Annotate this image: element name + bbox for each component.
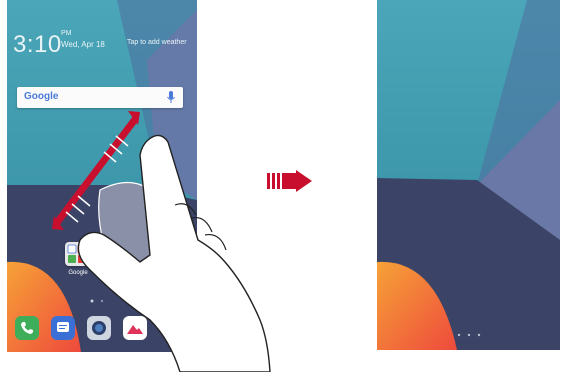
camera-icon[interactable] bbox=[87, 316, 111, 340]
camera-lens-icon bbox=[92, 321, 106, 335]
google-folder[interactable] bbox=[65, 242, 89, 266]
gallery-icon[interactable] bbox=[123, 316, 147, 340]
arrow-right-icon bbox=[267, 170, 312, 192]
google-folder-label: Google bbox=[68, 270, 88, 276]
clock-ampm: PM bbox=[61, 30, 72, 37]
mic-icon[interactable] bbox=[167, 91, 175, 104]
message-bubble-icon bbox=[57, 322, 69, 332]
folder-apps-icon bbox=[67, 244, 87, 263]
phone-icon[interactable] bbox=[15, 316, 39, 340]
google-logo: Google bbox=[24, 91, 59, 102]
page-indicator-right bbox=[457, 333, 481, 337]
phone-handset-icon bbox=[21, 322, 33, 334]
page-indicator bbox=[90, 299, 104, 303]
home-screen-after bbox=[377, 0, 560, 350]
clock-date: Wed, Apr 18 bbox=[61, 40, 105, 49]
home-screen-before: 3:10 PM Wed, Apr 18 Tap to add weather G… bbox=[7, 0, 197, 352]
messages-icon[interactable] bbox=[51, 316, 75, 340]
gallery-mountain-icon bbox=[127, 325, 143, 334]
google-search-bar[interactable]: Google bbox=[17, 87, 183, 108]
clock-time[interactable]: 3:10 bbox=[13, 31, 62, 59]
wallpaper-expanded bbox=[377, 0, 560, 350]
weather-hint[interactable]: Tap to add weather bbox=[127, 39, 187, 46]
